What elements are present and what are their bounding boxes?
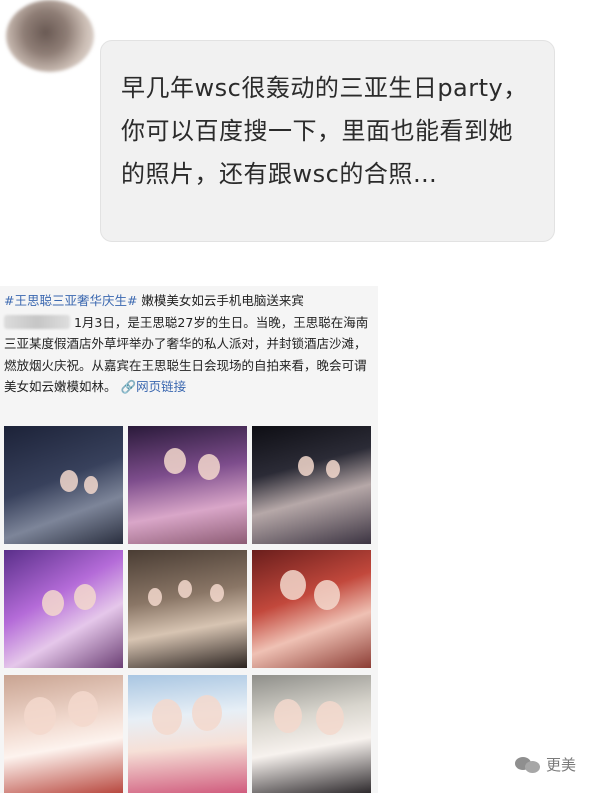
wechat-icon [515, 755, 541, 773]
party-photo[interactable] [252, 550, 371, 668]
photo-grid [4, 426, 374, 793]
party-photo[interactable] [4, 675, 123, 793]
web-link[interactable]: 🔗网页链接 [121, 379, 187, 394]
party-photo[interactable] [128, 675, 247, 793]
party-photo[interactable] [252, 426, 371, 544]
watermark: 更美 [515, 752, 595, 776]
hashtag-link[interactable]: #王思聪三亚奢华庆生# [4, 293, 137, 308]
party-photo[interactable] [252, 675, 371, 793]
avatar[interactable] [6, 0, 94, 72]
post-headline: 嫩模美女如云手机电脑送来宾 [137, 293, 304, 308]
message-text: 早几年wsc很轰动的三亚生日party，你可以百度搜一下，里面也能看到她的照片，… [121, 74, 528, 188]
weibo-post-screenshot: #王思聪三亚奢华庆生# 嫩模美女如云手机电脑送来宾 1月3日，是王思聪27岁的生… [0, 286, 378, 793]
message-bubble: 早几年wsc很轰动的三亚生日party，你可以百度搜一下，里面也能看到她的照片，… [100, 40, 555, 242]
party-photo[interactable] [128, 550, 247, 668]
link-label: 网页链接 [136, 379, 187, 394]
post-text: #王思聪三亚奢华庆生# 嫩模美女如云手机电脑送来宾 1月3日，是王思聪27岁的生… [4, 290, 376, 398]
party-photo[interactable] [4, 426, 123, 544]
chat-area: 早几年wsc很轰动的三亚生日party，你可以百度搜一下，里面也能看到她的照片，… [0, 0, 600, 262]
watermark-label: 更美 [546, 755, 577, 774]
party-photo[interactable] [4, 550, 123, 668]
blurred-username [4, 314, 70, 329]
party-photo[interactable] [128, 426, 247, 544]
link-icon: 🔗 [120, 379, 137, 394]
